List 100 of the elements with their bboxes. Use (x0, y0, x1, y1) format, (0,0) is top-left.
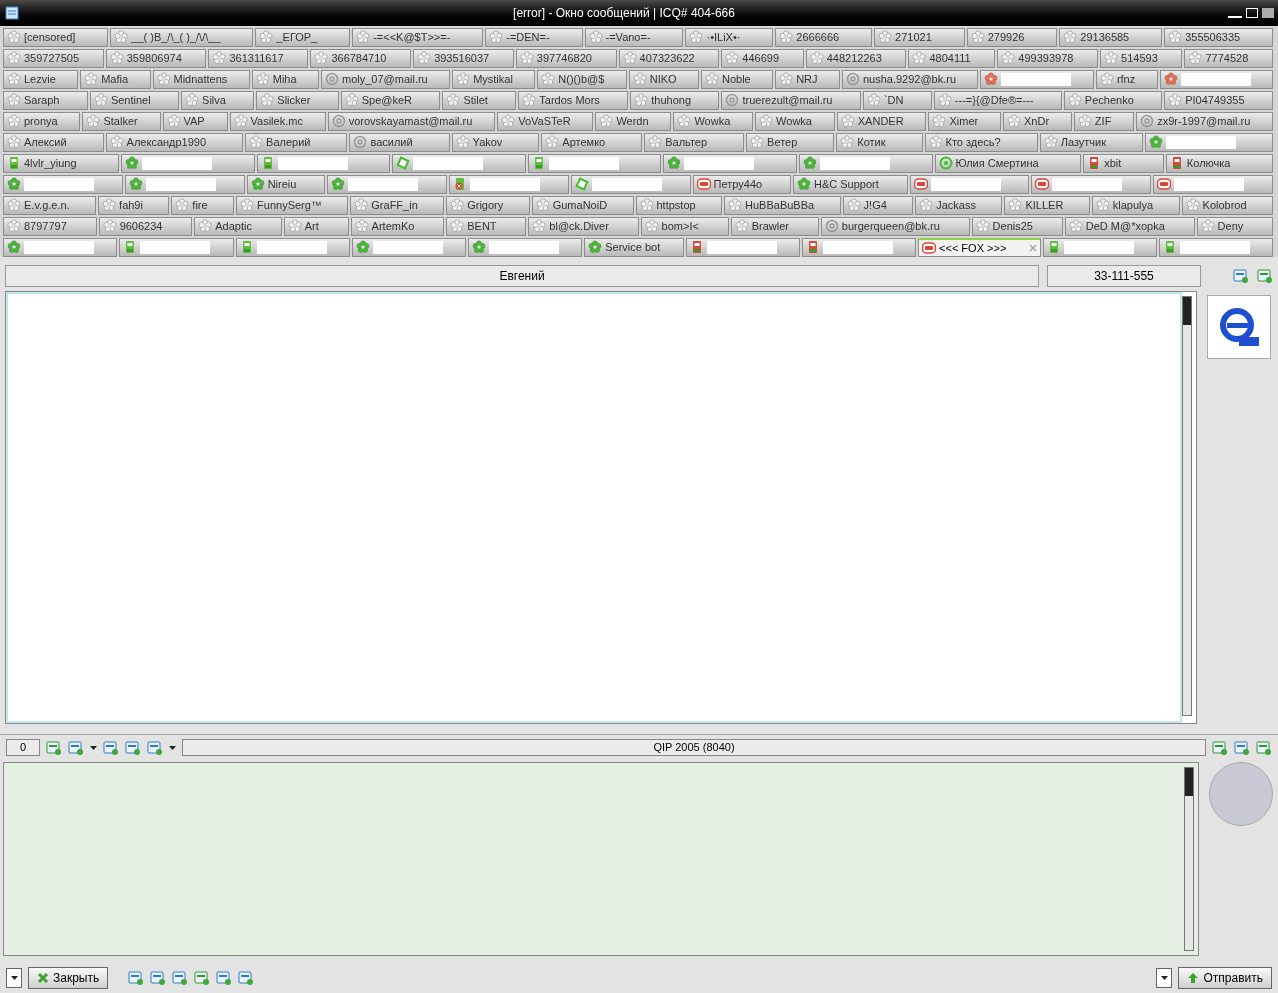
contact-tab[interactable] (392, 153, 526, 173)
contact-tab[interactable]: nusha.9292@bk.ru (841, 69, 979, 89)
contact-tab[interactable]: GraFF_in (350, 195, 445, 215)
contact-tab[interactable] (119, 237, 234, 257)
contact-tab[interactable]: Slicker (256, 90, 339, 110)
contact-tab[interactable]: N()()b@$ (537, 69, 627, 89)
contact-tab[interactable]: GumaNoiD (531, 195, 634, 215)
contact-tab[interactable]: 359727505 (3, 48, 104, 68)
contact-tab[interactable]: Yakov (451, 132, 540, 152)
contact-tab[interactable]: Кто здесь? (924, 132, 1038, 152)
contact-tab[interactable]: <<< FOX >>> (918, 237, 1041, 257)
contact-tab[interactable]: Nireiu (246, 174, 326, 194)
contact-tab[interactable]: 397746820 (515, 48, 617, 68)
contact-tab[interactable]: Vasilek.mc (229, 111, 326, 131)
contact-tab[interactable]: 407323622 (618, 48, 720, 68)
contact-tab[interactable]: Stalker (82, 111, 161, 131)
contact-tab[interactable]: Art (283, 216, 349, 236)
send-mode-dropdown[interactable] (1156, 968, 1173, 989)
contact-tab[interactable]: Spe@keR (340, 90, 441, 110)
contact-tab[interactable]: VAP (162, 111, 228, 131)
contact-tab[interactable]: xbit (1083, 153, 1164, 173)
contact-tab[interactable]: 4804111 (908, 48, 996, 68)
contact-tab[interactable]: Service bot (584, 237, 684, 257)
contact-tab[interactable]: E.v.g.e.n. (3, 195, 97, 215)
contact-tab[interactable]: Adaptic (194, 216, 282, 236)
contact-tab[interactable]: Котик (836, 132, 923, 152)
contact-tab[interactable]: Tardos Mors (518, 90, 629, 110)
contact-tab[interactable]: FunnySerg™ (236, 195, 349, 215)
contact-tab[interactable]: Mafia (80, 69, 151, 89)
contact-tab[interactable]: bl@ck.Diver (528, 216, 639, 236)
contact-tab[interactable]: Александр1990 (105, 132, 244, 152)
contact-tab[interactable]: Deny (1196, 216, 1274, 236)
contact-tab[interactable]: zx9r-1997@mail.ru (1136, 111, 1274, 131)
contact-tab[interactable]: Юлия Смертина (934, 153, 1082, 173)
contact-tab[interactable]: Stilet (442, 90, 517, 110)
contact-tab[interactable]: H&C Support (792, 174, 908, 194)
caret-icon[interactable] (10, 976, 18, 981)
contact-tab[interactable]: NIKO (628, 69, 699, 89)
contact-tab[interactable]: __( )B_/\_( )_/\/\__ (110, 27, 254, 47)
contact-tab[interactable]: Wowka (673, 111, 754, 131)
contact-tab[interactable] (3, 237, 118, 257)
contact-tab[interactable] (798, 153, 933, 173)
scrollbar[interactable] (1182, 295, 1192, 716)
contact-tab[interactable]: XANDER (836, 111, 927, 131)
contact-tab[interactable]: 393516037 (413, 48, 514, 68)
contact-tab[interactable]: vorovskayamast@mail.ru (327, 111, 496, 131)
contact-tab[interactable]: 2666666 (775, 27, 873, 47)
contact-tab[interactable]: 279926 (966, 27, 1058, 47)
contact-tab[interactable]: Алексий (3, 132, 104, 152)
contact-tab[interactable]: 29136585 (1059, 27, 1163, 47)
contact-tab[interactable] (1042, 237, 1157, 257)
contact-tab[interactable] (980, 69, 1094, 89)
caret-icon[interactable] (169, 745, 176, 750)
contact-tab[interactable]: 359806974 (105, 48, 207, 68)
contact-tab[interactable]: 448212263 (805, 48, 907, 68)
contact-tab[interactable]: Колючка (1165, 153, 1274, 173)
contact-tab[interactable] (1159, 69, 1274, 89)
contact-tab[interactable]: 514593 (1100, 48, 1183, 68)
contact-tab[interactable] (235, 237, 350, 257)
contact-tab[interactable]: Denis25 (971, 216, 1063, 236)
contact-tab[interactable]: klapulya (1091, 195, 1180, 215)
contact-tab[interactable]: Noble (701, 69, 774, 89)
contact-tab[interactable]: 499393978 (997, 48, 1099, 68)
contact-tab[interactable]: Sentinel (89, 90, 180, 110)
contact-tab[interactable]: DeD M@*xopka (1064, 216, 1195, 236)
contact-tab[interactable] (570, 174, 691, 194)
contact-tab[interactable] (351, 237, 466, 257)
contact-tab[interactable]: burgerqueen@bk.ru (820, 216, 970, 236)
contact-tab[interactable] (663, 153, 797, 173)
contact-tab[interactable]: -=Vano=- (584, 27, 684, 47)
contact-tab[interactable]: Lezvie (3, 69, 79, 89)
contact-tab[interactable] (685, 237, 800, 257)
contact-tab[interactable]: 4lvlr_yiung (3, 153, 120, 173)
contact-tab[interactable]: XnDr (1003, 111, 1072, 131)
contact-tab[interactable]: KILLER (1004, 195, 1090, 215)
contact-tab[interactable]: -=DEN=- (485, 27, 583, 47)
contact-tab[interactable]: pronya (3, 111, 81, 131)
contact-tab[interactable]: Grigory (446, 195, 530, 215)
contact-tab[interactable]: 355506335 (1164, 27, 1274, 47)
contact-tab[interactable]: Brawler (730, 216, 819, 236)
contact-tab[interactable] (1153, 174, 1274, 194)
contact-tab[interactable]: Jackass (915, 195, 1003, 215)
contact-tab[interactable]: ZIF (1073, 111, 1135, 131)
contact-tab[interactable]: Ximer (928, 111, 1001, 131)
caret-icon[interactable] (90, 745, 97, 750)
contact-tab[interactable]: Saraph (3, 90, 88, 110)
contact-tab[interactable]: Silva (181, 90, 255, 110)
contact-tab[interactable]: 446699 (721, 48, 804, 68)
close-chat-button[interactable]: Закрыть (28, 967, 109, 990)
contact-tab[interactable]: bom>I< (640, 216, 729, 236)
contact-tab[interactable]: BENT (446, 216, 527, 236)
contact-tab[interactable]: Kolobrod (1181, 195, 1273, 215)
send-button[interactable]: Отправить (1178, 967, 1272, 990)
caret-icon[interactable] (1161, 976, 1168, 981)
maximize-button[interactable] (1246, 7, 1258, 18)
contact-tab[interactable]: NRJ (775, 69, 840, 89)
contact-tab[interactable]: Pechenko (1063, 90, 1163, 110)
contact-tab[interactable]: Лазутчик (1039, 132, 1143, 152)
contact-tab[interactable] (256, 153, 391, 173)
contact-tab[interactable] (468, 237, 583, 257)
